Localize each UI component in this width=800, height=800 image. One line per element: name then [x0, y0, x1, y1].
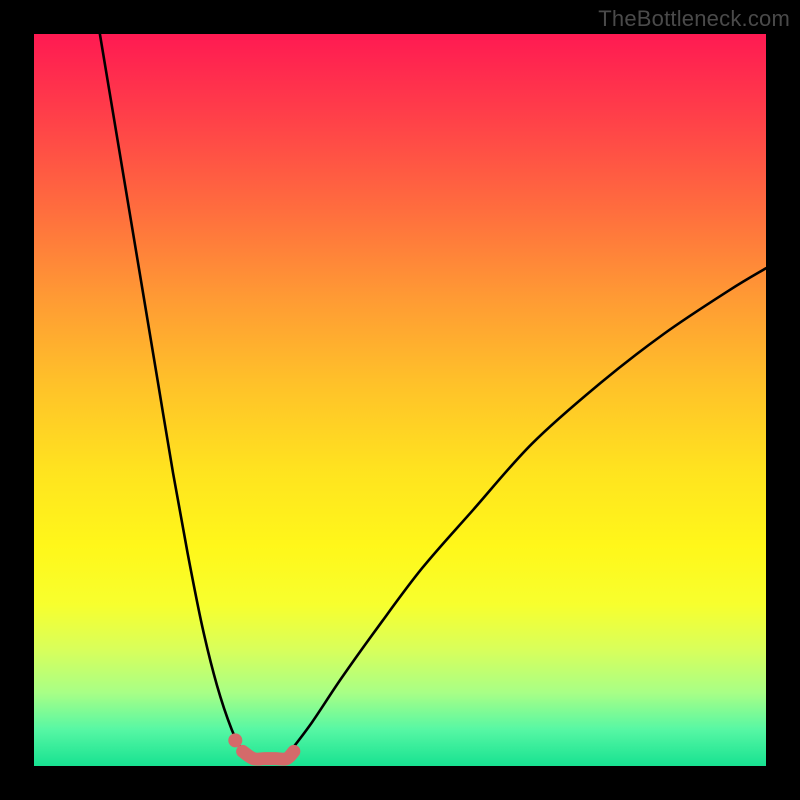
curve-left-branch	[100, 34, 243, 751]
watermark-label: TheBottleneck.com	[598, 6, 790, 32]
curve-right-branch	[290, 268, 766, 751]
highlight-valley-segment	[243, 751, 294, 759]
chart-svg	[34, 34, 766, 766]
highlight-layer	[228, 733, 294, 759]
curve-layer	[100, 34, 766, 751]
chart-frame: TheBottleneck.com	[0, 0, 800, 800]
highlight-dot-icon	[228, 733, 242, 747]
chart-plot-area	[34, 34, 766, 766]
